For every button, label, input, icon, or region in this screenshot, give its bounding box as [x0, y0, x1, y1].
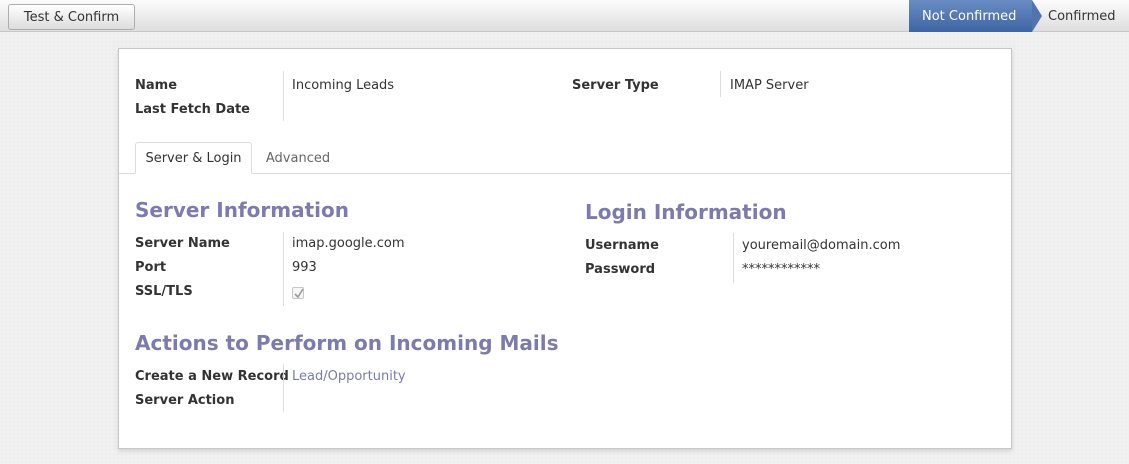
login-information-title: Login Information: [585, 200, 787, 224]
ssl-tls-label: SSL/TLS: [135, 284, 193, 299]
stage-not-confirmed[interactable]: Not Confirmed: [909, 0, 1032, 32]
name-field[interactable]: Incoming Leads: [292, 78, 394, 93]
actions-title: Actions to Perform on Incoming Mails: [135, 331, 559, 355]
tab-divider: [119, 173, 1011, 174]
create-record-label: Create a New Record: [135, 369, 289, 384]
tab-advanced[interactable]: Advanced: [254, 142, 342, 174]
stage-arrow: [1032, 0, 1042, 32]
checkmark-icon: [294, 288, 304, 299]
password-field[interactable]: ************: [742, 262, 820, 277]
ssl-tls-checkbox[interactable]: [292, 287, 304, 299]
form-sheet: Name Last Fetch Date Incoming Leads Serv…: [118, 48, 1012, 449]
server-type-field[interactable]: IMAP Server: [730, 78, 809, 93]
password-label: Password: [585, 262, 656, 277]
server-type-label: Server Type: [572, 78, 659, 93]
create-record-link[interactable]: Lead/Opportunity: [292, 369, 406, 384]
server-information-title: Server Information: [135, 198, 349, 222]
username-label: Username: [585, 238, 659, 253]
last-fetch-date-label: Last Fetch Date: [135, 102, 251, 117]
statusbar: Test & Confirm Not Confirmed Confirmed: [0, 0, 1129, 32]
port-field[interactable]: 993: [292, 260, 317, 275]
server-name-field[interactable]: imap.google.com: [292, 236, 405, 251]
server-action-label: Server Action: [135, 393, 235, 408]
port-label: Port: [135, 260, 167, 275]
field-separator: [733, 233, 734, 283]
username-field[interactable]: youremail@domain.com: [742, 238, 900, 253]
field-separator: [720, 71, 721, 97]
field-separator: [283, 364, 284, 412]
field-separator: [283, 71, 284, 121]
field-separator: [283, 232, 284, 306]
server-name-label: Server Name: [135, 236, 230, 251]
tab-server-login[interactable]: Server & Login: [135, 142, 252, 174]
stage-confirmed[interactable]: Confirmed: [1048, 0, 1116, 32]
name-label: Name: [135, 78, 178, 93]
test-confirm-button[interactable]: Test & Confirm: [8, 4, 135, 30]
